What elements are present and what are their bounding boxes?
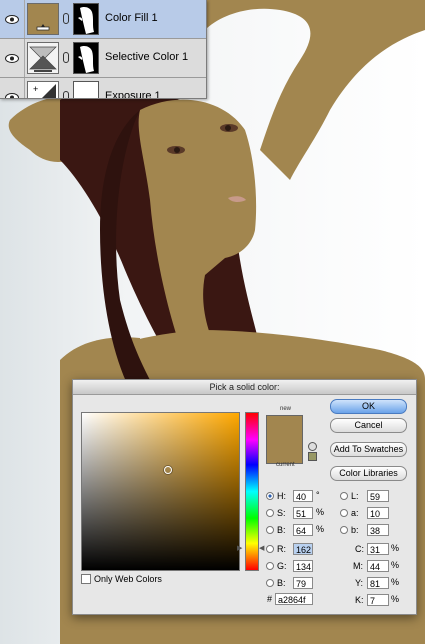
new-color-label: new [280, 406, 292, 412]
saturation-label: S: [277, 508, 286, 518]
current-color-swatch[interactable] [267, 439, 302, 463]
hue-field[interactable]: 40 [293, 490, 313, 502]
red-label: R: [277, 544, 286, 554]
link-icon[interactable] [63, 91, 69, 98]
hex-label: # [267, 594, 273, 604]
color-comparison-swatch [266, 415, 303, 464]
lab-b-radio[interactable] [340, 526, 348, 534]
green-field[interactable]: 134 [293, 560, 313, 572]
new-color-swatch [267, 416, 302, 439]
cancel-button[interactable]: Cancel [330, 418, 407, 433]
cyan-label: C: [355, 544, 364, 554]
brightness-unit: % [316, 524, 325, 534]
color-libraries-button[interactable]: Color Libraries [330, 466, 407, 481]
magenta-label: M: [353, 561, 363, 571]
lab-a-field[interactable]: 10 [367, 507, 389, 519]
green-label: G: [277, 561, 287, 571]
dialog-title: Pick a solid color: [73, 380, 416, 395]
hue-slider-right-arrow-icon[interactable]: ◀ [259, 544, 264, 552]
magenta-unit: % [391, 560, 400, 570]
saturation-brightness-field[interactable] [81, 412, 240, 571]
saturation-radio[interactable] [266, 509, 274, 517]
color-fill-swatch-icon[interactable] [27, 3, 59, 35]
link-icon[interactable] [63, 52, 69, 63]
hex-field[interactable]: a2864f [275, 593, 313, 605]
layer-name: Color Fill 1 [105, 12, 158, 24]
only-web-colors-label: Only Web Colors [94, 574, 162, 584]
red-radio[interactable] [266, 545, 274, 553]
color-picker-dialog: Pick a solid color: ▶ ◀ Only Web Colors … [72, 379, 417, 615]
exposure-adjustment-icon[interactable]: + [27, 81, 59, 98]
yellow-field[interactable]: 81 [367, 577, 389, 589]
layer-name: Selective Color 1 [105, 51, 189, 63]
cyan-field[interactable]: 31 [367, 543, 389, 555]
lab-a-label: a: [351, 508, 359, 518]
saturation-field[interactable]: 51 [293, 507, 313, 519]
lab-l-label: L: [351, 491, 359, 501]
brightness-radio[interactable] [266, 526, 274, 534]
saturation-unit: % [316, 507, 325, 517]
layer-row-exposure[interactable]: + Exposure 1 [0, 78, 206, 99]
layer-mask-thumbnail[interactable] [73, 81, 99, 98]
gamut-warning-icon[interactable] [308, 442, 317, 451]
layer-row-selective-color[interactable]: Selective Color 1 [0, 39, 206, 78]
blue-field[interactable]: 79 [293, 577, 313, 589]
blue-label: B: [277, 578, 286, 588]
eye-icon [5, 53, 19, 63]
blue-radio[interactable] [266, 579, 274, 587]
black-unit: % [391, 594, 400, 604]
current-color-label: current [276, 462, 295, 468]
hue-label: H: [277, 491, 286, 501]
yellow-unit: % [391, 577, 400, 587]
lab-a-radio[interactable] [340, 509, 348, 517]
color-field-marker[interactable] [164, 466, 172, 474]
layer-mask-thumbnail[interactable] [73, 3, 99, 35]
lab-b-label: b: [351, 525, 359, 535]
link-icon[interactable] [63, 13, 69, 24]
checkbox-icon[interactable] [81, 574, 91, 584]
lab-l-field[interactable]: 59 [367, 490, 389, 502]
eye-icon [5, 14, 19, 24]
hue-slider-left-arrow-icon[interactable]: ▶ [237, 544, 242, 552]
only-web-colors-checkbox[interactable]: Only Web Colors [81, 574, 162, 584]
ok-button[interactable]: OK [330, 399, 407, 414]
red-field[interactable]: 162 [293, 543, 313, 555]
eye-icon [5, 92, 19, 98]
layer-mask-thumbnail[interactable] [73, 42, 99, 74]
layer-visibility-toggle[interactable] [0, 39, 25, 77]
cyan-unit: % [391, 543, 400, 553]
green-radio[interactable] [266, 562, 274, 570]
magenta-field[interactable]: 44 [367, 560, 389, 572]
layer-name: Exposure 1 [105, 90, 161, 99]
layers-panel: Color Fill 1 Selective Color 1 + Exposur… [0, 0, 207, 99]
yellow-label: Y: [355, 578, 364, 588]
hue-slider[interactable] [245, 412, 259, 571]
svg-text:+: + [33, 84, 38, 94]
lab-b-field[interactable]: 38 [367, 524, 389, 536]
lab-l-radio[interactable] [340, 492, 348, 500]
hue-unit: ° [316, 490, 320, 500]
hue-radio[interactable] [266, 492, 274, 500]
add-to-swatches-button[interactable]: Add To Swatches [330, 442, 407, 457]
black-field[interactable]: 7 [367, 594, 389, 606]
brightness-field[interactable]: 64 [293, 524, 313, 536]
selective-color-adjustment-icon[interactable] [27, 42, 59, 74]
layer-visibility-toggle[interactable] [0, 0, 25, 38]
brightness-label: B: [277, 525, 286, 535]
layer-row-color-fill[interactable]: Color Fill 1 [0, 0, 206, 39]
web-safe-cube-icon[interactable] [308, 452, 317, 461]
layer-visibility-toggle[interactable] [0, 78, 25, 98]
black-label: K: [355, 595, 364, 605]
